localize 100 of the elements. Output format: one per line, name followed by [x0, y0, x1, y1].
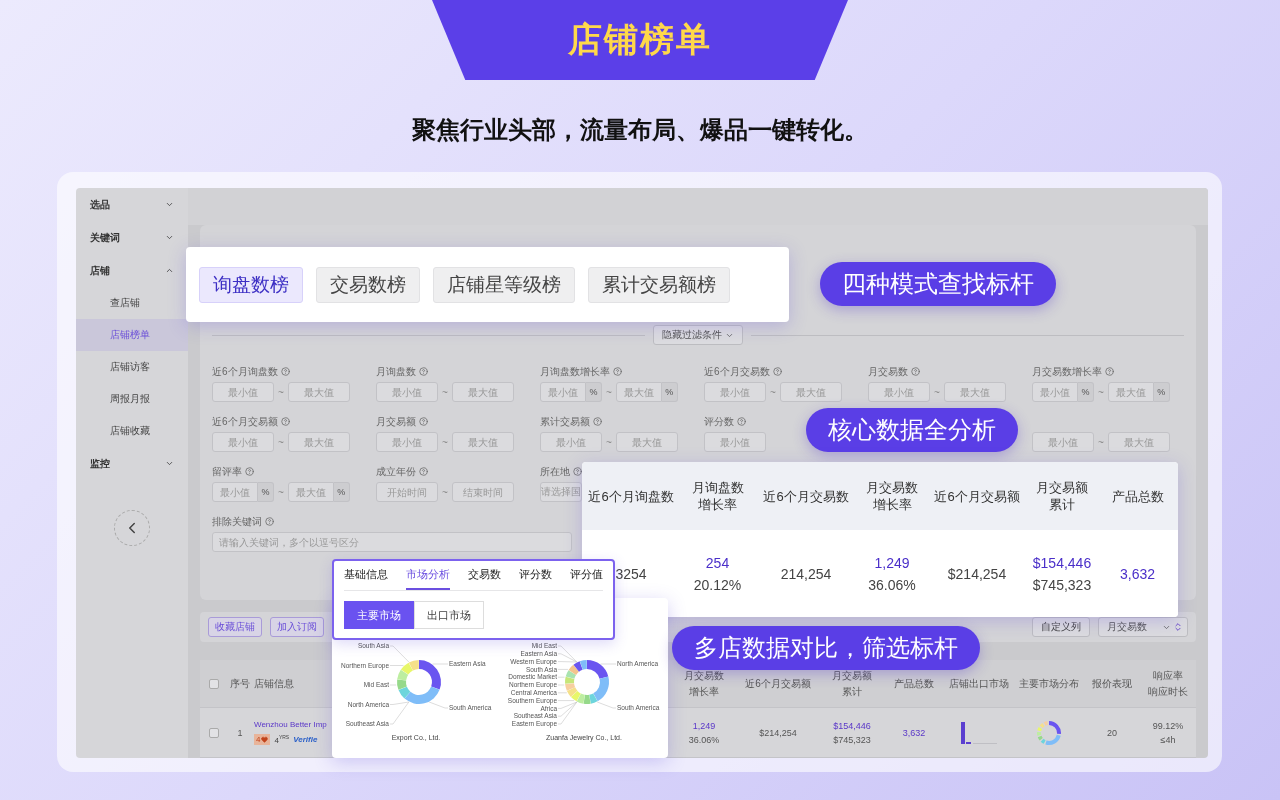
chevron-down-icon	[165, 233, 174, 242]
min-value-field[interactable]: 最小值	[1032, 432, 1094, 452]
segment-button[interactable]: 主要市场	[344, 601, 414, 629]
help-icon	[419, 367, 428, 376]
min-value-field[interactable]: 最小值	[704, 382, 766, 402]
range-separator: ~	[442, 386, 448, 398]
sidebar-subitem[interactable]: 店铺访客	[76, 351, 188, 383]
max-value-field[interactable]: 最大值	[287, 482, 334, 502]
action-button[interactable]: 收藏店铺	[208, 617, 262, 637]
mode-tab[interactable]: 店铺星等级榜	[433, 266, 575, 303]
range-separator: ~	[442, 486, 448, 498]
subtitle-text: 聚焦行业头部，流量布局、爆品一键转化。	[412, 116, 868, 144]
tab[interactable]: 评分数	[519, 561, 552, 590]
custom-columns-button[interactable]: 自定义列	[1032, 617, 1090, 637]
value-text: 20	[1107, 727, 1117, 738]
help-icon	[280, 367, 290, 376]
help-icon	[1105, 367, 1114, 376]
min-value-field[interactable]: 最小值	[212, 432, 274, 452]
max-value-field[interactable]: 最大值	[451, 432, 514, 452]
min-value-field[interactable]: 最小值	[376, 382, 438, 402]
mode-tab[interactable]: 询盘数榜	[199, 266, 303, 303]
value-text: $154,446	[833, 720, 871, 731]
mode-tab[interactable]: 交易数榜	[316, 266, 420, 303]
max-value-field[interactable]: 最大值	[1107, 432, 1170, 452]
max-value-field[interactable]: 结束时间	[451, 482, 514, 502]
sidebar-subitem[interactable]: 周报月报	[76, 383, 188, 415]
max-value-field[interactable]: 最大值	[1107, 382, 1154, 402]
min-value-field[interactable]: 最小值	[704, 432, 766, 452]
min-value-field[interactable]: 最小值	[540, 382, 586, 402]
column-header: 月交易数	[684, 668, 724, 683]
column-header: 产品总数	[1111, 487, 1164, 505]
checkbox[interactable]	[209, 727, 219, 738]
tab[interactable]: 市场分析	[406, 561, 450, 590]
max-value-field[interactable]: 最大值	[779, 382, 842, 402]
row-number: 1	[237, 727, 243, 738]
field-label: 近6个月交易数	[704, 364, 770, 379]
sidebar-item[interactable]: 监控	[76, 447, 188, 480]
max-value-field[interactable]: 最大值	[287, 382, 350, 402]
bar-chart-drawing	[959, 719, 999, 746]
callout-bubble: 四种模式查找标杆	[820, 262, 1056, 306]
range-separator: ~	[606, 386, 612, 398]
column-header: 累计	[842, 684, 862, 699]
range-separator: ~	[278, 386, 284, 398]
sidebar-subitem[interactable]: 店铺收藏	[76, 415, 188, 447]
field-label: 近6个月询盘数	[212, 364, 278, 379]
max-value-field[interactable]: 最大值	[287, 432, 350, 452]
range-separator: ~	[278, 436, 284, 448]
heart-icon	[261, 736, 269, 743]
tab[interactable]: 评分值	[570, 561, 603, 590]
max-value-field[interactable]: 最大值	[615, 432, 678, 452]
chevron-up-icon	[165, 266, 174, 275]
max-value-field[interactable]: 最大值	[615, 382, 662, 402]
min-value-field[interactable]: 开始时间	[376, 482, 438, 502]
column-header: 月交易额	[1036, 479, 1088, 496]
tab[interactable]: 基础信息	[344, 561, 388, 590]
min-value-field[interactable]: 最小值	[868, 382, 930, 402]
callout-bubble: 核心数据全分析	[806, 408, 1018, 452]
value-text: 1,249	[874, 554, 910, 571]
range-separator: ~	[934, 386, 940, 398]
max-value-field[interactable]: 最大值	[943, 382, 1006, 402]
sort-select[interactable]: 月交易数	[1098, 617, 1188, 637]
sidebar-subitem[interactable]: 店铺榜单	[76, 319, 188, 351]
value-text: ≤4h	[1160, 734, 1176, 745]
action-button[interactable]: 加入订阅	[270, 617, 324, 637]
range-separator: ~	[1098, 386, 1104, 398]
toggle-filters-button[interactable]: 隐藏过滤条件	[653, 325, 743, 345]
help-icon	[419, 467, 428, 476]
range-separator: ~	[278, 486, 284, 498]
field-label: 评分数	[704, 414, 734, 429]
value-text: 1,249	[692, 720, 716, 731]
min-value-field[interactable]: 最小值	[212, 382, 274, 402]
shop-link[interactable]: Wenzhou Better Imp	[254, 720, 334, 729]
sidebar-item[interactable]: 店铺	[76, 254, 188, 287]
verified-label: Verifie	[293, 735, 318, 744]
value-text: $214,254	[759, 727, 797, 738]
value-text: 3,632	[1119, 565, 1155, 582]
column-header: 响应率	[1153, 668, 1183, 683]
value-text: 36.06%	[868, 576, 916, 593]
sidebar-item[interactable]: 关键词	[76, 221, 188, 254]
column-header: 增长率	[689, 684, 719, 699]
page-title-banner: 店铺榜单	[432, 0, 848, 80]
max-value-field[interactable]: 最大值	[451, 382, 514, 402]
range-separator: ~	[770, 386, 776, 398]
min-value-field[interactable]: 最小值	[376, 432, 438, 452]
column-header: 店铺出口市场	[949, 676, 1009, 691]
min-value-field[interactable]: 最小值	[540, 432, 602, 452]
sidebar-subitem[interactable]: 查店铺	[76, 287, 188, 319]
value-text: 99.12%	[1152, 720, 1184, 731]
field-label: 月交易数	[868, 364, 908, 379]
min-value-field[interactable]: 最小值	[212, 482, 258, 502]
tab[interactable]: 交易数	[468, 561, 501, 590]
min-value-field[interactable]: 最小值	[1032, 382, 1078, 402]
help-icon	[573, 467, 582, 476]
sidebar-item[interactable]: 选品	[76, 188, 188, 221]
help-icon	[593, 417, 602, 426]
mode-tab[interactable]: 累计交易额榜	[588, 266, 730, 303]
donut-chart-drawing	[1036, 719, 1062, 746]
segment-button[interactable]: 出口市场	[414, 601, 484, 629]
unit-label: %	[1078, 382, 1094, 402]
checkbox[interactable]	[209, 678, 219, 689]
